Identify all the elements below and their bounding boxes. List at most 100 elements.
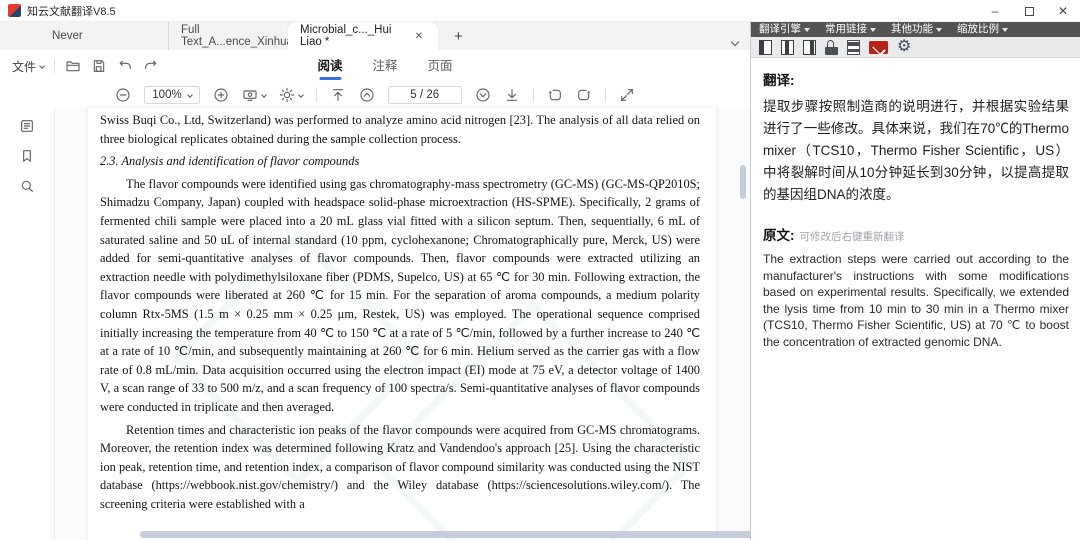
rotate-left-icon[interactable] (547, 87, 563, 103)
panel-body: 翻译: 提取步骤按照制造商的说明进行，并根据实验结果进行了一些修改。具体来说，我… (751, 58, 1080, 540)
caret-down-icon (936, 28, 942, 32)
pdf-viewport: Swiss Buqi Co., Ltd, Switzerland) was pe… (55, 108, 750, 540)
panel-iconbar: ⚙ (751, 37, 1080, 58)
pdf-workspace: Swiss Buqi Co., Ltd, Switzerland) was pe… (0, 108, 750, 540)
tab-label: Microbial_c..._Hui Liao * (300, 24, 412, 48)
page-split-icon[interactable] (847, 40, 860, 55)
layout-right-icon[interactable] (803, 40, 816, 55)
chevron-down-icon (298, 92, 304, 98)
brightness-icon (279, 87, 295, 103)
original-text[interactable]: The extraction steps were carried out ac… (763, 251, 1069, 350)
close-button[interactable]: ✕ (1046, 0, 1080, 22)
caret-down-icon (1002, 28, 1008, 32)
paragraph[interactable]: Retention times and characteristic ion p… (100, 421, 700, 514)
tab-strip: Never Full Text_A...ence_Xinhua Microbia… (0, 22, 750, 50)
translation-text: 提取步骤按照制造商的说明进行，并根据实验结果进行了一些修改。具体来说，我们在70… (763, 96, 1069, 206)
menu-label: 常用链接 (825, 22, 867, 37)
chevron-down-icon (261, 92, 267, 98)
translation-label: 翻译: (763, 69, 1069, 89)
caret-down-icon (804, 28, 810, 32)
page-number-input[interactable]: 5 / 26 (388, 86, 462, 104)
app-logo-icon (8, 4, 21, 17)
maximize-button[interactable] (1012, 0, 1046, 22)
divider (605, 88, 606, 102)
file-menu[interactable]: 文件 (12, 58, 44, 75)
panel-menubar: 翻译引擎 常用链接 其他功能 缩放比例 (751, 22, 1080, 37)
tab-fulltext[interactable]: Full Text_A...ence_Xinhua (168, 22, 288, 50)
window-controls: – ✕ (978, 0, 1080, 22)
tab-annotate[interactable]: 注释 (372, 55, 397, 78)
caret-down-icon (870, 28, 876, 32)
divider (316, 88, 317, 102)
tab-read[interactable]: 阅读 (317, 55, 342, 78)
divider (54, 59, 55, 73)
minimize-button[interactable]: – (978, 0, 1012, 22)
original-label: 原文: (763, 224, 795, 244)
file-menu-label: 文件 (12, 58, 36, 75)
translation-panel: 翻译引擎 常用链接 其他功能 缩放比例 ⚙ 翻译: 提取步骤按照制造商的说明进行… (750, 0, 1080, 540)
zoom-level-select[interactable]: 100% (144, 86, 199, 104)
tab-never[interactable]: Never (40, 22, 168, 50)
download-icon[interactable] (504, 87, 520, 103)
thumbnails-icon[interactable] (19, 118, 35, 134)
open-folder-icon[interactable] (65, 58, 81, 74)
sidebar (0, 108, 55, 540)
next-page-icon[interactable] (475, 87, 491, 103)
projector-icon (242, 87, 258, 103)
mail-icon[interactable] (869, 41, 888, 54)
go-to-top-icon[interactable] (330, 87, 346, 103)
page-current: 5 (410, 89, 416, 101)
layout-middle-icon[interactable] (781, 40, 794, 55)
menu-label: 缩放比例 (957, 22, 999, 37)
view-mode-tabs: 阅读 注释 页面 (317, 55, 452, 78)
tab-microbial-active[interactable]: Microbial_c..._Hui Liao * ✕ (288, 22, 438, 50)
maximize-icon (1025, 7, 1034, 16)
main-toolbar: 文件 阅读 注释 页面 (0, 50, 750, 82)
save-icon[interactable] (91, 58, 107, 74)
redo-icon[interactable] (143, 58, 159, 74)
tab-label: Full Text_A...ence_Xinhua (181, 24, 293, 48)
chevron-down-icon (39, 63, 45, 69)
previous-page-icon[interactable] (359, 87, 375, 103)
page-separator: / (420, 89, 423, 101)
display-mode-menu[interactable] (242, 87, 266, 103)
menu-other-functions[interactable]: 其他功能 (891, 22, 942, 37)
paragraph[interactable]: The flavor compounds were identified usi… (100, 175, 700, 417)
new-tab-button[interactable]: + (448, 28, 469, 45)
undo-icon[interactable] (117, 58, 133, 74)
rotate-right-icon[interactable] (576, 87, 592, 103)
title-bar: 知云文献翻译V8.5 – ✕ (0, 0, 1080, 22)
horizontal-scrollbar[interactable] (140, 531, 752, 538)
menu-common-links[interactable]: 常用链接 (825, 22, 876, 37)
zoom-in-icon[interactable] (213, 87, 229, 103)
chevron-down-icon (187, 92, 193, 98)
search-icon[interactable] (19, 178, 35, 194)
menu-translation-engine[interactable]: 翻译引擎 (759, 22, 810, 37)
unlock-icon[interactable] (825, 40, 838, 55)
gear-icon[interactable]: ⚙ (897, 39, 911, 55)
menu-label: 翻译引擎 (759, 22, 801, 37)
chevron-down-icon (731, 38, 739, 46)
layout-left-icon[interactable] (759, 40, 772, 55)
section-heading[interactable]: 2.3. Analysis and identification of flav… (100, 152, 700, 171)
zoom-level-value: 100% (152, 89, 181, 101)
menu-zoom-ratio[interactable]: 缩放比例 (957, 22, 1008, 37)
tab-page[interactable]: 页面 (428, 55, 453, 78)
window-title: 知云文献翻译V8.5 (27, 3, 116, 19)
paragraph[interactable]: Swiss Buqi Co., Ltd, Switzerland) was pe… (100, 111, 700, 148)
expand-icon[interactable] (619, 87, 635, 103)
bookmark-icon[interactable] (19, 148, 35, 164)
page-total: 26 (426, 89, 439, 101)
pdf-page[interactable]: Swiss Buqi Co., Ltd, Switzerland) was pe… (88, 108, 716, 540)
original-hint: 可修改后右键重新翻译 (800, 229, 905, 244)
zoom-out-icon[interactable] (115, 87, 131, 103)
tab-close-icon[interactable]: ✕ (412, 30, 426, 43)
brightness-menu[interactable] (279, 87, 303, 103)
tab-label: Never (52, 30, 83, 42)
divider (533, 88, 534, 102)
document-text: Swiss Buqi Co., Ltd, Switzerland) was pe… (88, 108, 716, 513)
tab-list-dropdown[interactable] (732, 32, 740, 40)
vertical-scrollbar[interactable] (740, 165, 746, 199)
pdf-toolbar: 100% 5 / 26 (0, 82, 750, 108)
menu-label: 其他功能 (891, 22, 933, 37)
